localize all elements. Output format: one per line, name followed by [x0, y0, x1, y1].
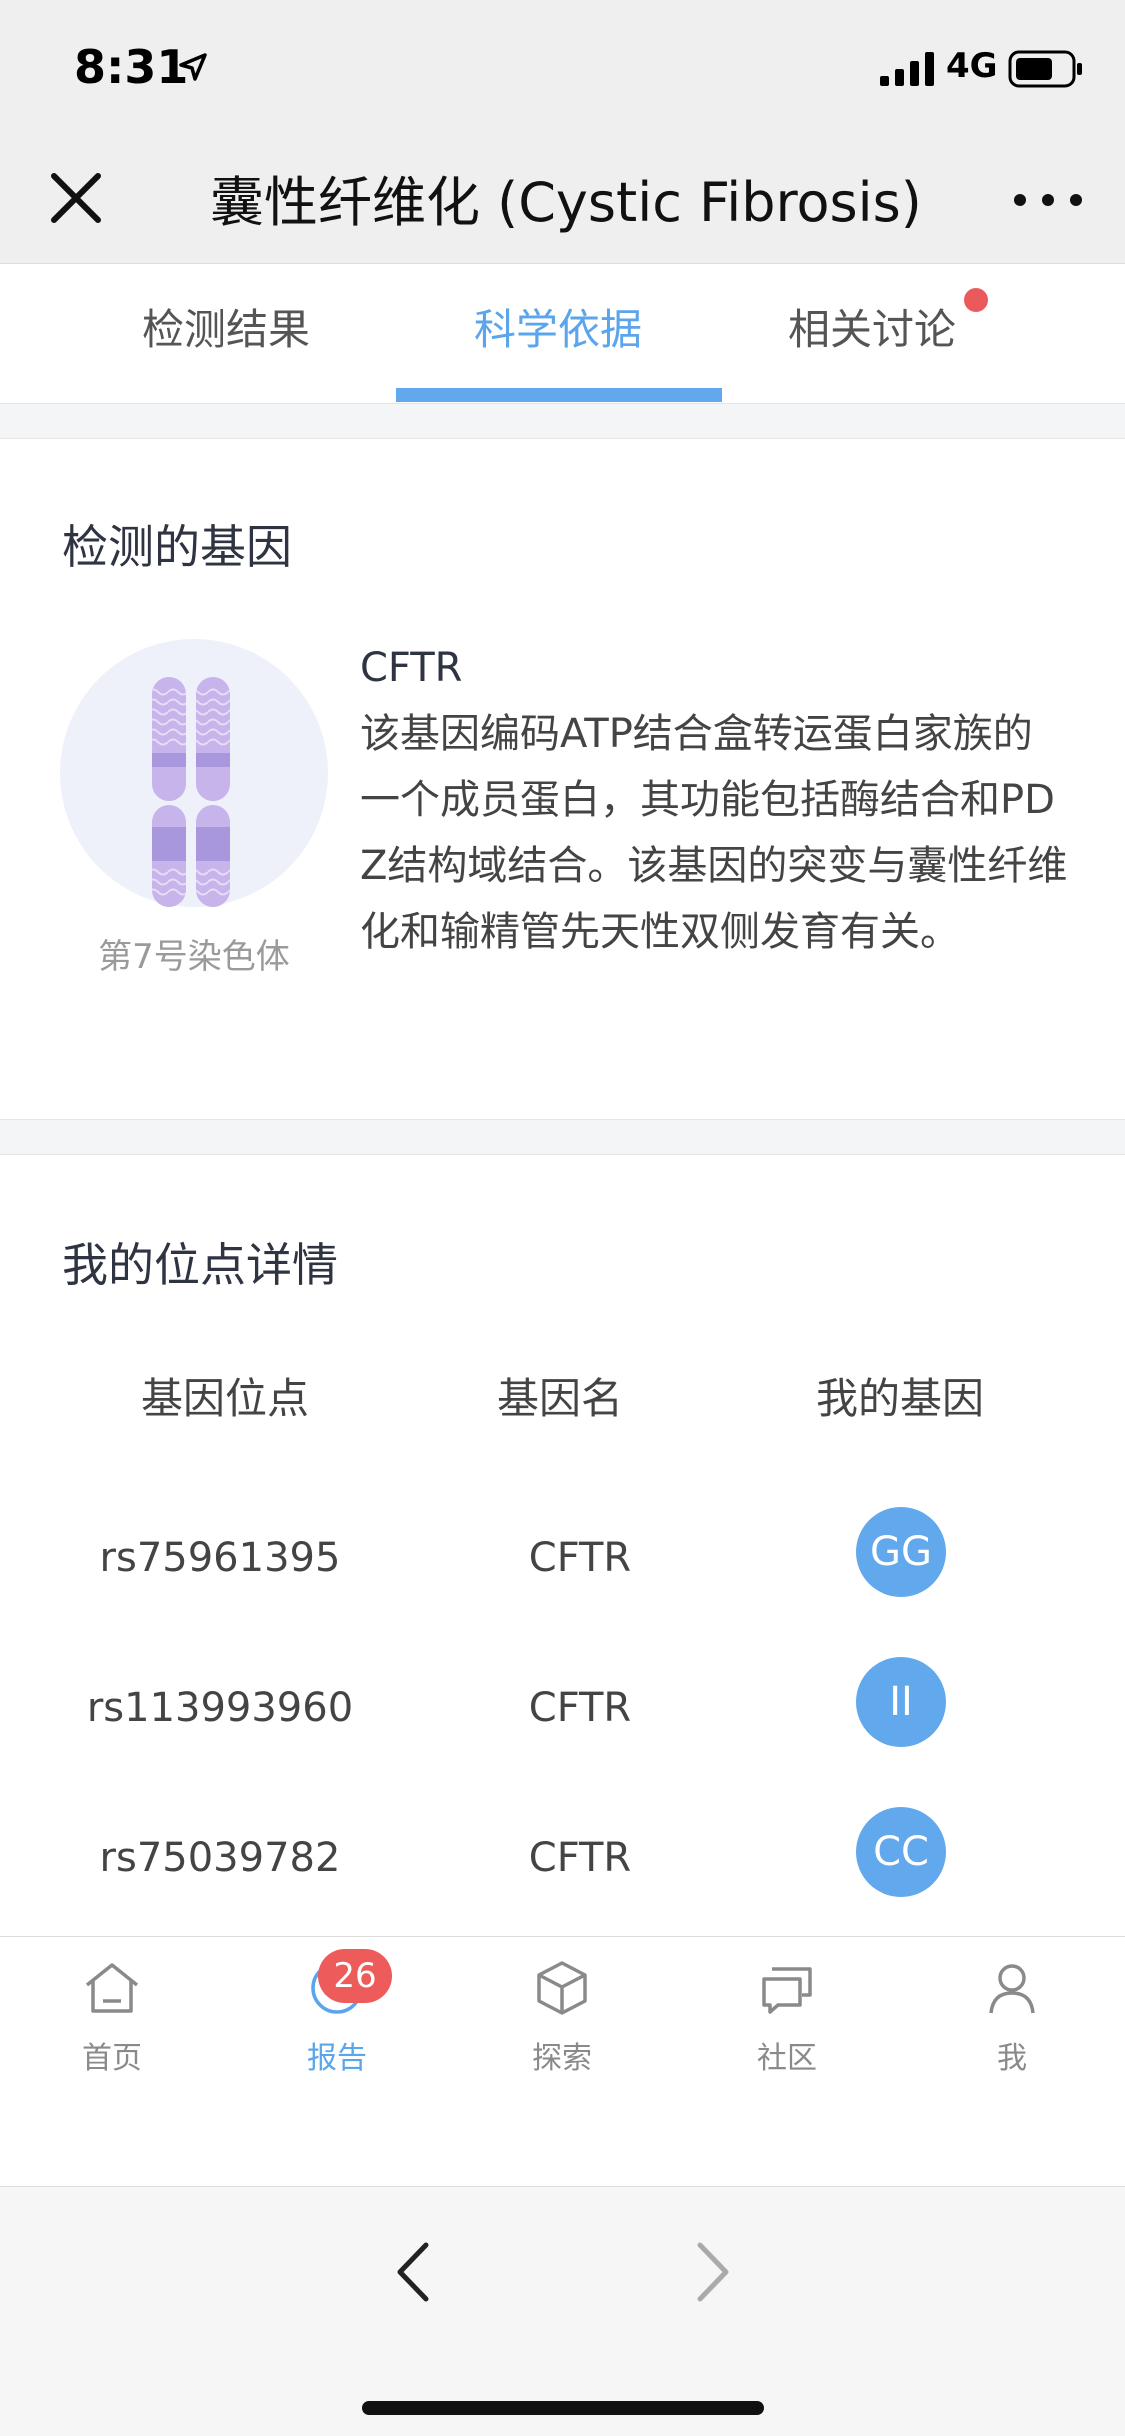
site-gene: CFTR [528, 1835, 632, 1881]
navigation-bar: 囊性纤维化 (Cystic Fibrosis) [0, 132, 1125, 264]
gene-name: CFTR [360, 645, 463, 691]
column-header-site: 基因位点 [140, 1374, 309, 1423]
site-gene: CFTR [528, 1685, 632, 1731]
chromosome-label: 第7号染色体 [98, 937, 290, 977]
status-bar: 8:31 4G [0, 0, 1125, 132]
site-id: rs113993960 [86, 1685, 354, 1731]
bottom-tab-community[interactable]: 社区 [707, 1957, 867, 2077]
battery-icon [1008, 50, 1082, 88]
cube-icon [537, 1961, 587, 2015]
page-title: 囊性纤维化 (Cystic Fibrosis) [210, 171, 922, 234]
segment-tabs: 检测结果 科学依据 相关讨论 [0, 264, 1125, 404]
bottom-tab-explore[interactable]: 探索 [482, 1957, 642, 2077]
home-indicator [362, 2401, 764, 2415]
browser-toolbar [0, 2186, 1125, 2436]
bottom-tab-label: 我 [997, 2041, 1027, 2076]
section-title: 我的位点详情 [62, 1238, 338, 1292]
status-time: 8:31 [74, 40, 189, 94]
table-row[interactable]: rs75961395 CFTR GG [0, 1491, 1125, 1641]
unread-dot [964, 288, 988, 312]
bottom-tab-home[interactable]: 首页 [32, 1957, 192, 2077]
bottom-tab-label: 首页 [82, 2041, 142, 2076]
active-tab-indicator [396, 388, 722, 402]
tested-gene-card: 检测的基因 第7号染色体 CFTR 该基因编码ATP结合盒转运蛋白家族的一个成员… [0, 438, 1125, 1120]
back-arrow-icon[interactable] [390, 2237, 436, 2307]
section-title: 检测的基因 [62, 520, 292, 574]
person-icon [989, 1964, 1035, 2014]
my-sites-card: 我的位点详情 基因位点 基因名 我的基因 rs75961395 CFTR GG … [0, 1154, 1125, 1938]
chat-icon [762, 1967, 812, 2014]
chromosome-icon [152, 677, 230, 907]
column-header-gene: 基因名 [496, 1374, 623, 1423]
bottom-tab-label: 社区 [757, 2041, 817, 2076]
site-id: rs75961395 [99, 1535, 341, 1581]
tab-detection-results[interactable]: 检测结果 [66, 296, 386, 357]
table-row[interactable]: rs75039782 CFTR CC [0, 1791, 1125, 1937]
column-header-genotype: 我的基因 [815, 1374, 984, 1423]
more-options-icon[interactable] [1010, 182, 1086, 218]
close-icon[interactable] [44, 166, 108, 230]
genotype-badge: CC [856, 1807, 946, 1897]
bottom-tab-label: 探索 [532, 2041, 592, 2076]
gene-description: 该基因编码ATP结合盒转运蛋白家族的一个成员蛋白，其功能包括酶结合和PDZ结构域… [360, 711, 1068, 955]
bottom-tab-me[interactable]: 我 [932, 1957, 1092, 2077]
genotype-badge: GG [856, 1507, 946, 1597]
location-arrow-icon [179, 53, 207, 81]
signal-icon [880, 52, 934, 86]
forward-arrow-icon[interactable] [690, 2237, 736, 2307]
site-gene: CFTR [528, 1535, 632, 1581]
tab-scientific-basis[interactable]: 科学依据 [398, 296, 718, 357]
genotype-badge: II [856, 1657, 946, 1747]
network-type: 4G [946, 46, 998, 86]
table-row[interactable]: rs113993960 CFTR II [0, 1641, 1125, 1791]
home-icon [85, 1963, 139, 2013]
report-badge: 26 [318, 1949, 392, 2003]
bottom-tab-bar: 首页 报告 26 探索 社区 我 [0, 1936, 1125, 2186]
bottom-tab-label: 报告 [307, 2041, 367, 2076]
site-id: rs75039782 [99, 1835, 341, 1881]
